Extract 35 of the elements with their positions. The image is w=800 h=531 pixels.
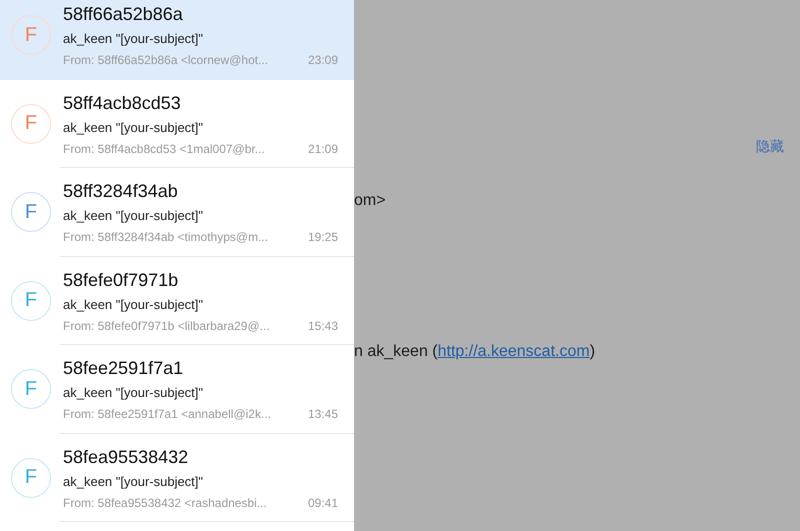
message-time: 13:45 [308, 407, 338, 422]
message-subject: ak_keen "[your-subject]" [63, 474, 204, 489]
sender-avatar: F [11, 458, 51, 498]
message-title: 58ff4acb8cd53 [63, 92, 182, 114]
message-time: 23:09 [308, 53, 338, 68]
message-time: 21:09 [308, 142, 338, 156]
message-time: 09:41 [308, 496, 338, 510]
message-sender: From: 58ff3284f34ab <timothyps@m... [63, 230, 268, 244]
message-row[interactable]: F 58ff66a52b86a ak_keen "[your-subject]" From: 58ff66a52b86a <lcornew@hot... 23:09 [0, 0, 354, 80]
message-title: 58ff66a52b86a [63, 3, 184, 26]
message-time: 19:25 [308, 230, 338, 244]
message-subject: ak_keen "[your-subject]" [63, 31, 204, 46]
message-sender: From: 58ff66a52b86a <lcornew@hot... [63, 53, 268, 68]
message-title: 58fea95538432 [63, 446, 190, 468]
sender-avatar: F [11, 280, 51, 321]
message-title: 58fee2591f7a1 [63, 357, 184, 380]
footer-text: ) [590, 343, 596, 360]
sender-address-text: om> [354, 192, 386, 210]
message-subject: ak_keen "[your-subject]" [63, 296, 204, 312]
message-time: 15:43 [308, 318, 338, 333]
message-subject: ak_keen "[your-subject]" [63, 385, 204, 400]
message-subject: ak_keen "[your-subject]" [63, 120, 204, 135]
message-title: 58fefe0f7971b [63, 268, 180, 291]
message-subject: ak_keen "[your-subject]" [63, 208, 204, 224]
sender-avatar: F [11, 192, 51, 232]
sender-avatar: F [11, 369, 51, 410]
message-sender: From: 58fefe0f7971b <lilbarbara29@... [63, 318, 270, 333]
message-row[interactable]: F 58ff4acb8cd53 ak_keen "[your-subject]" From: 58ff4acb8cd53 <1mal007@br... 21:09 [0, 80, 354, 168]
sender-avatar: F [11, 15, 51, 56]
sender-avatar: F [11, 104, 51, 144]
message-title: 58ff3284f34ab [63, 180, 179, 202]
message-sender: From: 58ff4acb8cd53 <1mal007@br... [63, 142, 265, 156]
message-sender: From: 58fea95538432 <rashadnesbi... [63, 496, 267, 510]
message-sender: From: 58fee2591f7a1 <annabell@i2k... [63, 407, 271, 422]
footer-text: n ak_keen ( [354, 343, 438, 360]
